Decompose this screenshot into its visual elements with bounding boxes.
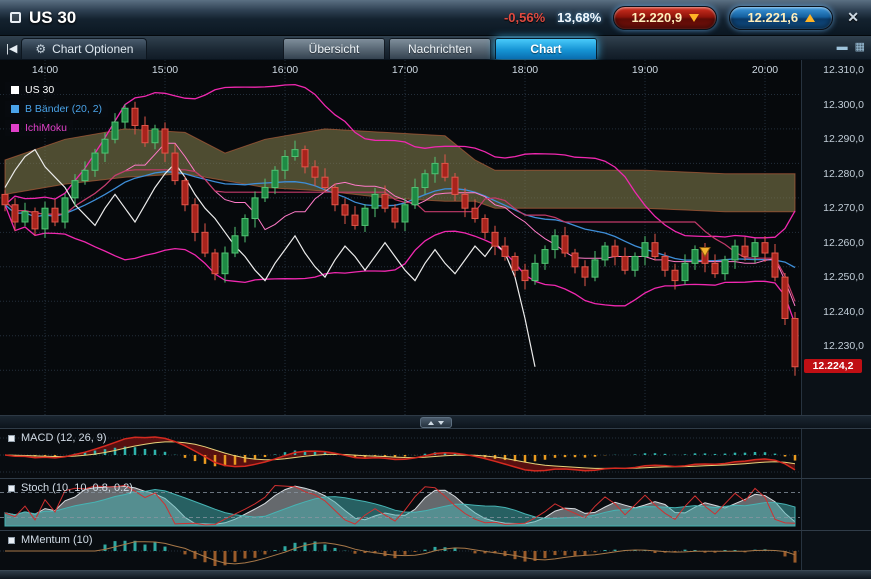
price-axis-label: 12.240,0	[823, 306, 864, 318]
tab-bar: ÜbersichtNachrichtenChart	[283, 38, 597, 59]
chart-legend: US 30 B Bänder (20, 2) IchiMoku	[5, 82, 108, 136]
macd-panel-header: MACD (12, 26, 9)	[8, 432, 107, 444]
tab-nachrichten[interactable]: Nachrichten	[389, 38, 491, 59]
price-axis-label: 12.290,0	[823, 133, 864, 145]
macd-canvas	[0, 429, 800, 478]
price-chart-canvas[interactable]	[0, 60, 800, 415]
price-axis[interactable]: 12.310,0 12.300,0 12.290,0 12.280,0 12.270,0…	[801, 60, 871, 415]
time-axis-label: 15:00	[152, 64, 178, 76]
time-axis: 14:00 15:00 16:00 17:00 18:00 19:00 20:00	[0, 64, 800, 76]
legend-label: US 30	[25, 84, 54, 96]
legend-item-b-b-nder-20-2-[interactable]: B Bänder (20, 2)	[5, 101, 108, 117]
splitter-handle[interactable]	[420, 417, 452, 428]
up-triangle-icon	[805, 14, 815, 22]
stoch-panel-header: Stoch (10, 10, 0.8, 0.2)	[8, 482, 133, 494]
chart-options-button[interactable]: ⚙ Chart Optionen	[21, 38, 147, 59]
legend-swatch-icon	[11, 105, 19, 113]
chart-options-label: Chart Optionen	[52, 42, 133, 56]
window-header: US 30 -0,56% 13,68% 12.220,9 12.221,6 ✕	[0, 0, 871, 36]
price-axis-label: 12.280,0	[823, 168, 864, 180]
current-price-badge: 12.224,2	[804, 359, 862, 373]
sell-price-button[interactable]: 12.220,9	[613, 6, 717, 30]
legend-item-ichimoku[interactable]: IchiMoku	[5, 120, 73, 136]
price-axis-label: 12.250,0	[823, 271, 864, 283]
buy-price-button[interactable]: 12.221,6	[729, 6, 833, 30]
time-axis-label: 17:00	[392, 64, 418, 76]
margin-percent: 13,68%	[557, 10, 601, 25]
time-axis-label: 20:00	[752, 64, 778, 76]
price-axis-label: 12.310,0	[823, 64, 864, 76]
bottom-bar	[0, 570, 871, 579]
macd-panel-label: MACD (12, 26, 9)	[21, 432, 107, 444]
price-axis-label: 12.260,0	[823, 237, 864, 249]
instrument-title: US 30	[29, 8, 76, 28]
down-triangle-icon	[689, 14, 699, 22]
legend-label: IchiMoku	[25, 122, 67, 134]
sell-price-value: 12.220,9	[631, 10, 682, 25]
close-icon[interactable]: ✕	[845, 9, 861, 26]
chevron-down-icon	[438, 421, 444, 425]
toolbar-right-icons: ▬▦	[837, 40, 865, 53]
indicator-bullet-icon	[8, 485, 15, 492]
tab-übersicht[interactable]: Übersicht	[283, 38, 385, 59]
legend-swatch-icon	[11, 86, 19, 94]
minimize-chart-icon[interactable]: ▬	[837, 40, 848, 53]
momentum-panel-label: MMentum (10)	[21, 534, 93, 546]
indicator-bullet-icon	[8, 435, 15, 442]
chevron-up-icon	[428, 421, 434, 425]
momentum-panel[interactable]: MMentum (10)	[0, 530, 871, 570]
legend-swatch-icon	[11, 124, 19, 132]
time-axis-label: 16:00	[272, 64, 298, 76]
time-axis-label: 19:00	[632, 64, 658, 76]
main-chart-area[interactable]: 14:00 15:00 16:00 17:00 18:00 19:00 20:00 12.3…	[0, 60, 871, 415]
momentum-axis	[801, 531, 871, 570]
grid-view-icon[interactable]: ▦	[855, 40, 865, 53]
buy-price-value: 12.221,6	[747, 10, 798, 25]
legend-label: B Bänder (20, 2)	[25, 103, 102, 115]
collapse-panel-icon[interactable]: |◀	[6, 42, 17, 55]
stoch-panel-label: Stoch (10, 10, 0.8, 0.2)	[21, 482, 133, 494]
price-axis-label: 12.230,0	[823, 340, 864, 352]
macd-panel[interactable]: MACD (12, 26, 9)	[0, 428, 871, 478]
gear-icon: ⚙	[35, 42, 46, 56]
legend-item-us-30[interactable]: US 30	[5, 82, 60, 98]
panel-splitter	[0, 415, 871, 428]
change-percent: -0,56%	[504, 10, 545, 25]
macd-axis	[801, 429, 871, 478]
instrument-icon	[10, 12, 21, 23]
chart-toolbar: |◀ ⚙ Chart Optionen ÜbersichtNachrichten…	[0, 36, 871, 60]
price-axis-label: 12.300,0	[823, 99, 864, 111]
price-axis-label: 12.270,0	[823, 202, 864, 214]
stoch-panel[interactable]: Stoch (10, 10, 0.8, 0.2)	[0, 478, 871, 530]
momentum-canvas	[0, 531, 800, 570]
time-axis-label: 14:00	[32, 64, 58, 76]
stoch-axis	[801, 479, 871, 530]
time-axis-label: 18:00	[512, 64, 538, 76]
momentum-panel-header: MMentum (10)	[8, 534, 93, 546]
indicator-bullet-icon	[8, 537, 15, 544]
tab-chart[interactable]: Chart	[495, 38, 597, 59]
trading-window: US 30 -0,56% 13,68% 12.220,9 12.221,6 ✕ …	[0, 0, 871, 579]
